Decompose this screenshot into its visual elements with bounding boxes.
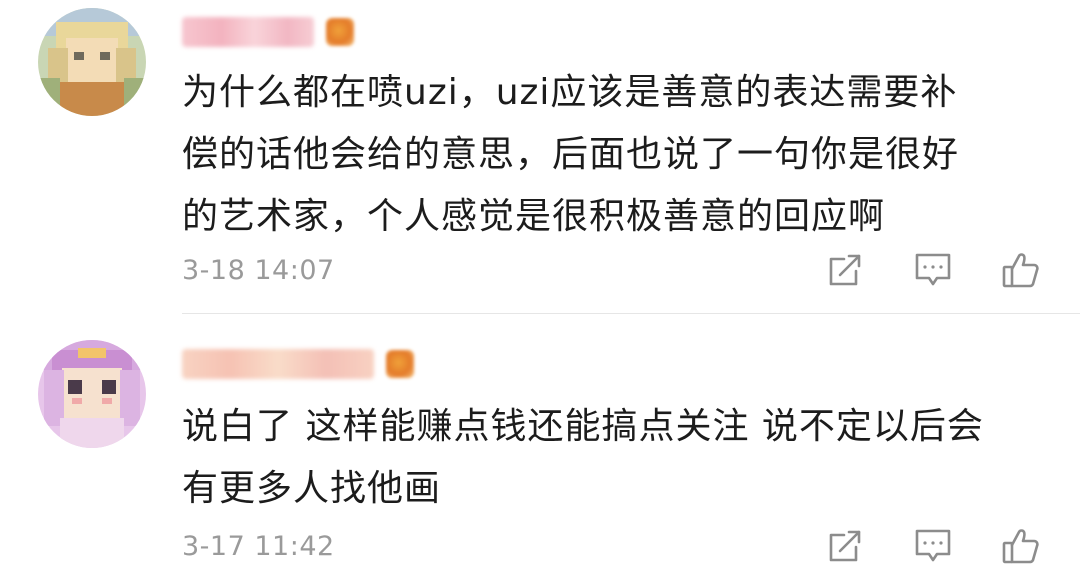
- blurred-username[interactable]: [182, 349, 374, 379]
- like-icon: [1002, 253, 1039, 288]
- avatar[interactable]: [38, 340, 146, 448]
- comment-text-line: 为什么都在喷uzi，uzi应该是善意的表达需要补: [182, 72, 958, 113]
- vip-badge-icon: [386, 350, 414, 378]
- comment-text: 说白了 这样能赚点钱还能搞点关注 说不定以后会 有更多人找他画: [182, 396, 1042, 520]
- comment-text: 为什么都在喷uzi，uzi应该是善意的表达需要补 偿的话他会给的意思，后面也说了…: [182, 62, 1042, 248]
- share-icon: [829, 530, 861, 562]
- vip-badge-icon: [326, 18, 354, 46]
- comment-actions: [824, 250, 1042, 290]
- avatar[interactable]: [38, 8, 146, 116]
- timestamp: 3-18 14:07: [182, 254, 335, 286]
- comment-meta: 3-17 11:42: [182, 526, 1080, 566]
- like-icon: [1002, 529, 1039, 564]
- like-button[interactable]: [1000, 250, 1042, 290]
- username[interactable]: [182, 14, 354, 50]
- comment-icon: [915, 529, 951, 562]
- comment-meta: 3-18 14:07: [182, 250, 1080, 290]
- comment-text-line: 有更多人找他画: [182, 468, 442, 509]
- share-icon: [829, 254, 861, 286]
- avatar-image: [38, 340, 146, 448]
- comment-text-line: 的艺术家，个人感觉是很积极善意的回应啊: [182, 196, 886, 237]
- comment-actions: [824, 526, 1042, 566]
- comment-item: 为什么都在喷uzi，uzi应该是善意的表达需要补 偿的话他会给的意思，后面也说了…: [0, 0, 1080, 313]
- comment-item: 说白了 这样能赚点钱还能搞点关注 说不定以后会 有更多人找他画 3-17 11:…: [0, 314, 1080, 570]
- comment-text-line: 偿的话他会给的意思，后面也说了一句你是很好: [182, 134, 960, 175]
- timestamp: 3-17 11:42: [182, 530, 335, 562]
- share-button[interactable]: [824, 250, 866, 290]
- comment-button[interactable]: [912, 250, 954, 290]
- comment-text-line: 说白了 这样能赚点钱还能搞点关注 说不定以后会: [182, 406, 984, 447]
- comment-button[interactable]: [912, 526, 954, 566]
- like-button[interactable]: [1000, 526, 1042, 566]
- share-button[interactable]: [824, 526, 866, 566]
- avatar-image: [38, 8, 146, 116]
- comment-icon: [915, 253, 951, 286]
- blurred-username[interactable]: [182, 17, 314, 47]
- username[interactable]: [182, 346, 414, 382]
